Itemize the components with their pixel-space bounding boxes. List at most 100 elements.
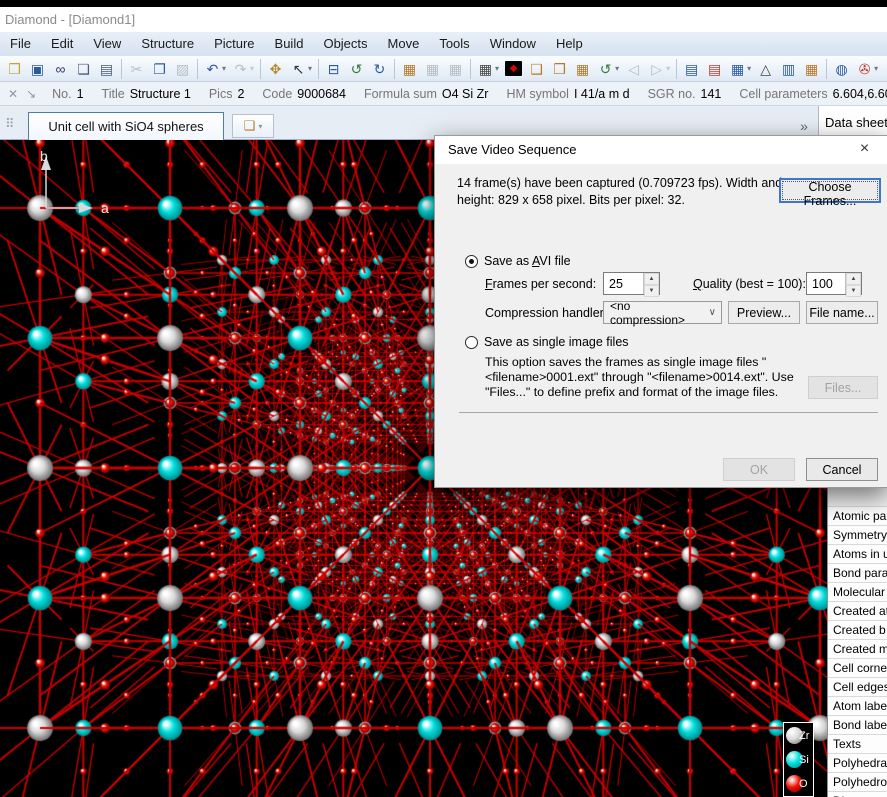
data-sheet-item[interactable]: Created m [828,639,887,658]
open-button[interactable]: ❒ [4,58,25,80]
info-label: Formula sum [364,87,437,101]
web-button[interactable]: ◍ [831,58,852,80]
save-as-avi-radio[interactable] [465,255,478,268]
menu-build[interactable]: Build [265,32,314,56]
data-sheet-item[interactable]: Texts [828,734,887,753]
data-sheet-item[interactable]: Atoms in u [828,544,887,563]
menu-objects[interactable]: Objects [313,32,377,56]
menu-window[interactable]: Window [480,32,546,56]
video-camera-button[interactable]: ✇▾ [854,58,880,80]
info-value: 1 [77,87,84,101]
new-picture-button[interactable]: ❑ [526,58,547,80]
axis-b-label: b [40,148,48,164]
data-brief-button[interactable]: ▤ [681,58,702,80]
table-disabled-button: ▦ [422,58,443,80]
fps-down-icon[interactable]: ▼ [644,285,659,297]
preview-button[interactable]: Preview... [728,301,800,324]
data-sheet-item[interactable]: Di [828,791,887,797]
data-sheet-item[interactable]: Bond labe [828,715,887,734]
menu-help[interactable]: Help [546,32,593,56]
cancel-button[interactable]: Cancel [806,458,878,481]
find-button[interactable]: ∞ [50,58,71,80]
drag-handle-icon[interactable]: ⠿ [5,116,15,132]
legend-item: Si [786,751,811,768]
toolbar-separator [676,59,677,79]
menu-view[interactable]: View [83,32,131,56]
redo-icon: ↷ [232,59,249,79]
grid-icon: ▦ [477,59,494,79]
data-sheet-item[interactable]: Atom labe [828,696,887,715]
info-label: SGR no. [648,87,696,101]
picture-grid-button[interactable]: ▦ [572,58,593,80]
dropdown-caret-icon: ▾ [495,64,499,73]
data-sheet-item[interactable]: Bond para [828,563,887,582]
legend-label: Zr [799,730,809,742]
data-sheet-item[interactable]: Created at [828,601,887,620]
menu-tools[interactable]: Tools [429,32,479,56]
prev-frame-button: ◁ [623,58,644,80]
dialog-titlebar[interactable]: Save Video Sequence × [435,136,887,164]
data-table-button[interactable]: ▦▾ [727,58,753,80]
time-track-button[interactable]: ↺▾ [595,58,621,80]
menu-picture[interactable]: Picture [204,32,264,56]
props-table-button[interactable]: ▦ [801,58,822,80]
copy-button[interactable]: ❐ [149,58,170,80]
open-icon: ❒ [6,59,23,79]
powder-pattern-button[interactable]: ▥ [778,58,799,80]
toolbar-separator [260,59,261,79]
select-arrow-button[interactable]: ↖▾ [288,58,314,80]
menu-move[interactable]: Move [378,32,430,56]
history-button[interactable]: ↺ [346,58,367,80]
save-button[interactable]: ▣ [27,58,48,80]
toolbar: ❒▣∞❏▤✂❐▨↶▾↷▾✥↖▾⊟↺↻▦▦▦▦▾◆❑❒▦↺▾◁▷▾▤▤▦▾△▥▦◍… [0,56,887,82]
quality-input[interactable] [807,273,845,294]
history-icon: ↺ [348,59,365,79]
save-as-images-label: Save as single image files [484,335,629,349]
grid-button[interactable]: ▦▾ [475,58,501,80]
quality-up-icon[interactable]: ▲ [846,273,861,285]
compression-select[interactable]: <no compression> ∨ [603,301,722,324]
chevron-down-icon: ▾ [258,122,262,131]
menu-structure[interactable]: Structure [131,32,204,56]
pan-button[interactable]: ✥ [265,58,286,80]
app-window: Diamond - [Diamond1] FileEditViewStructu… [0,0,887,797]
arrow-down-right-icon[interactable]: ↘ [26,87,36,101]
new-picture-tab-button[interactable]: ❑ ▾ [232,114,274,138]
tree-view-button[interactable]: ⊟ [323,58,344,80]
properties-list-button[interactable]: ▤ [704,58,725,80]
data-sheet-item[interactable]: Polyhedra [828,753,887,772]
data-sheet-item[interactable]: Atomic pa [828,506,887,525]
info-label: Cell parameters [739,87,827,101]
data-sheet-item[interactable]: Polyhedro [828,772,887,791]
fps-up-icon[interactable]: ▲ [644,273,659,285]
time-track-icon: ↺ [597,59,614,79]
video-screen-button[interactable]: ◆ [503,58,524,80]
close-icon[interactable]: × [842,136,887,164]
menu-file[interactable]: File [0,32,41,56]
next-frame-icon: ▷ [648,59,665,79]
data-sheet-item[interactable]: Cell corne [828,658,887,677]
info-label: Pics [209,87,233,101]
quality-down-icon[interactable]: ▼ [846,285,861,297]
data-sheet-item[interactable]: Molecular [828,582,887,601]
copy-picture-button[interactable]: ❒ [549,58,570,80]
choose-frames-button[interactable]: Choose Frames... [779,178,881,203]
dropdown-caret-icon: ▾ [308,64,312,73]
close-icon[interactable]: ✕ [8,87,18,101]
new-table-button[interactable]: ▦ [399,58,420,80]
print-preview-button[interactable]: ❏ [73,58,94,80]
undo-button[interactable]: ↶▾ [202,58,228,80]
data-table-icon: ▦ [729,59,746,79]
data-sheet-item[interactable]: Symmetry [828,525,887,544]
data-sheet-item[interactable]: Cell edges [828,677,887,696]
save-as-images-radio[interactable] [465,336,478,349]
menu-edit[interactable]: Edit [41,32,83,56]
reset-view-button[interactable]: ↻ [369,58,390,80]
tab-unit-cell[interactable]: Unit cell with SiO4 spheres [28,112,224,140]
print-button[interactable]: ▤ [96,58,117,80]
data-sheet-item[interactable]: Created b [828,620,887,639]
next-frame-button: ▷▾ [646,58,672,80]
fps-input[interactable] [604,273,643,294]
angle-button[interactable]: △ [755,58,776,80]
file-name-button[interactable]: File name... [806,301,878,324]
